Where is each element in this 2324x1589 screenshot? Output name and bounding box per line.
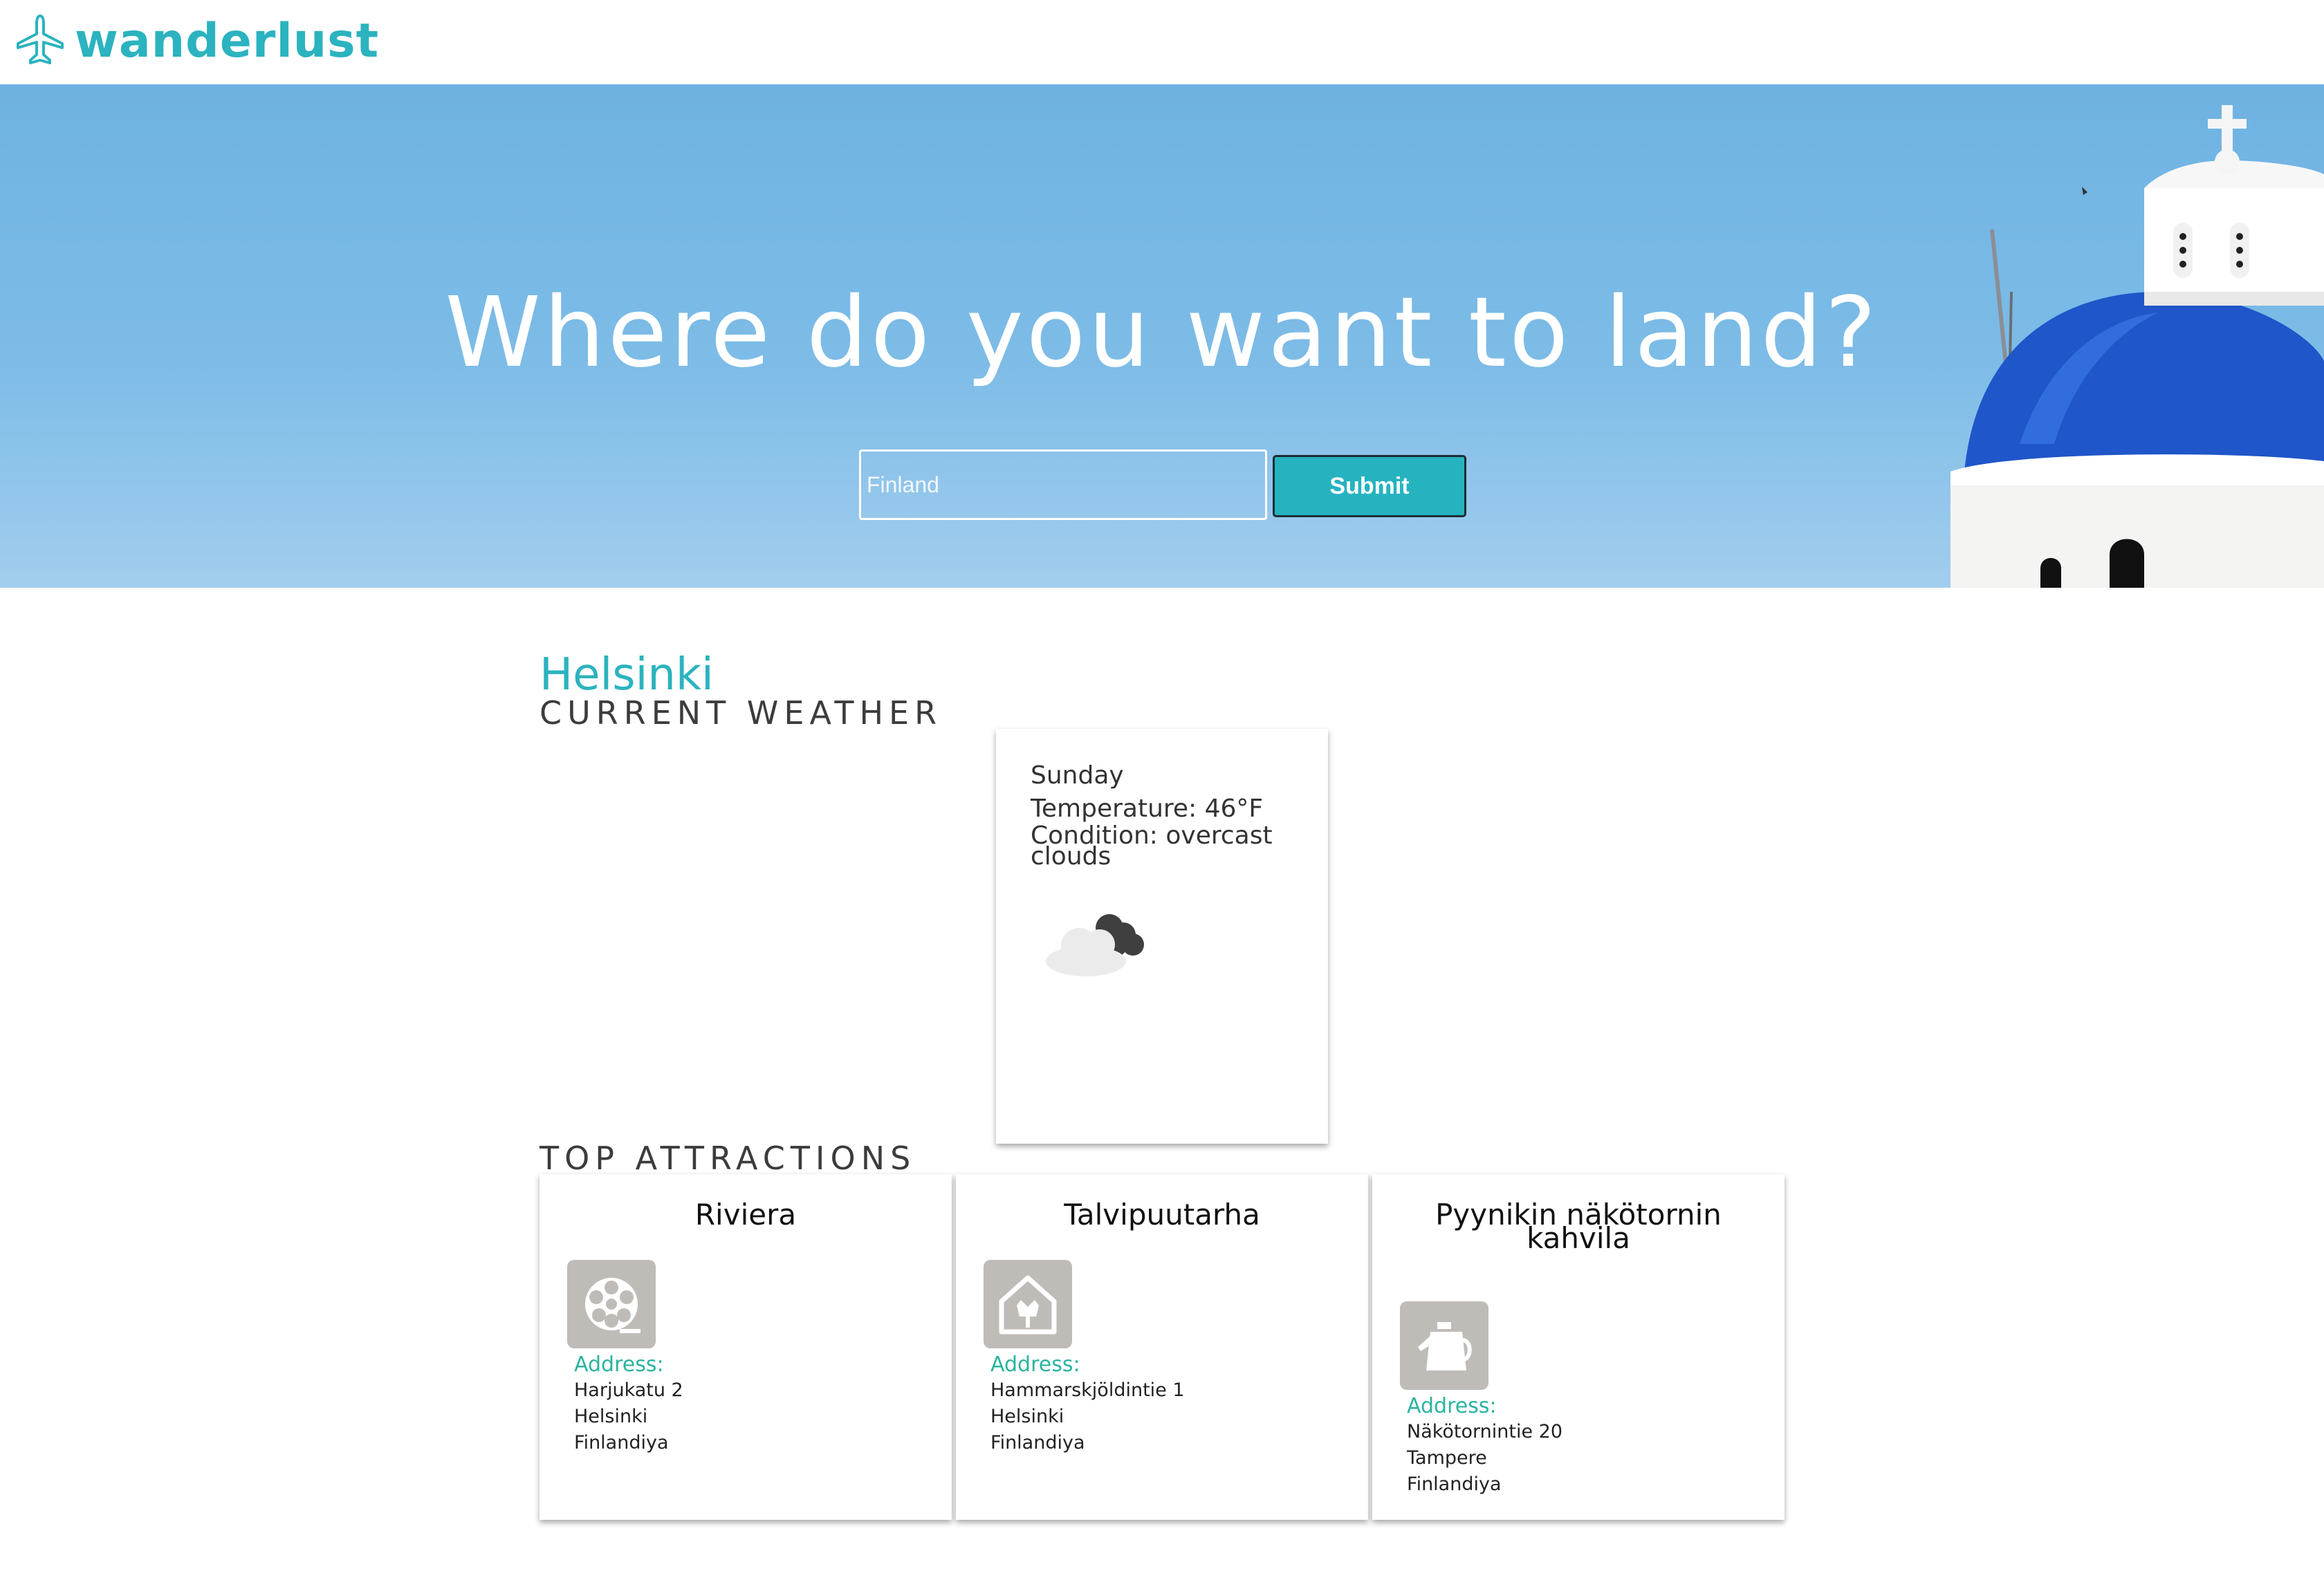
address-country: Finlandiya [574, 1432, 669, 1453]
attractions-list: Riviera Address: Harjukatu 2 Helsinki Fi… [540, 1174, 1784, 1520]
attraction-name: Riviera [694, 1198, 797, 1232]
address-label: Address: [1407, 1394, 1497, 1418]
destination-search-input[interactable] [859, 449, 1267, 520]
address-street: Näkötornintie 20 [1407, 1421, 1563, 1442]
attraction-card[interactable]: Talvipuutarha Address: Hammarskjöldintie… [956, 1174, 1368, 1520]
airplane-icon [12, 12, 68, 70]
logo-text: wanderlust [75, 13, 380, 68]
attraction-name: Pyynikin näkötornin kahvila [1435, 1198, 1722, 1255]
hero-banner: Where do you want to land? Submit [0, 84, 2324, 588]
top-attractions-heading: TOP ATTRACTIONS [540, 1140, 916, 1177]
address-country: Finlandiya [990, 1432, 1085, 1453]
coffee-pot-icon [1400, 1301, 1488, 1390]
address-street: Harjukatu 2 [574, 1379, 683, 1401]
submit-button[interactable]: Submit [1273, 455, 1466, 517]
attraction-card[interactable]: Pyynikin näkötornin kahvila Address: Näk… [1372, 1174, 1784, 1520]
overcast-clouds-icon [1046, 914, 1144, 976]
weather-day: Sunday [1031, 761, 1124, 790]
address-country: Finlandiya [1407, 1474, 1502, 1495]
weather-card: Sunday Temperature: 46°F Condition: over… [996, 729, 1328, 1144]
address-city: Helsinki [574, 1406, 648, 1427]
top-header: wanderlust [0, 0, 2324, 84]
attraction-name: Talvipuutarha [1064, 1198, 1260, 1232]
current-weather-heading: CURRENT WEATHER [540, 694, 943, 732]
greenhouse-flower-icon [984, 1260, 1072, 1348]
weather-temperature: Temperature: 46°F [1031, 794, 1264, 823]
address-city: Tampere [1407, 1447, 1487, 1469]
address-street: Hammarskjöldintie 1 [990, 1379, 1185, 1401]
logo[interactable]: wanderlust [12, 10, 379, 72]
address-label: Address: [574, 1353, 664, 1377]
attraction-card[interactable]: Riviera Address: Harjukatu 2 Helsinki Fi… [540, 1174, 952, 1520]
weather-condition: Condition: overcast clouds [1031, 821, 1273, 871]
address-label: Address: [990, 1353, 1080, 1377]
address-city: Helsinki [990, 1406, 1064, 1427]
hero-title: Where do you want to land? [445, 277, 1879, 389]
city-name: Helsinki [540, 649, 714, 700]
film-reel-icon [567, 1260, 656, 1348]
